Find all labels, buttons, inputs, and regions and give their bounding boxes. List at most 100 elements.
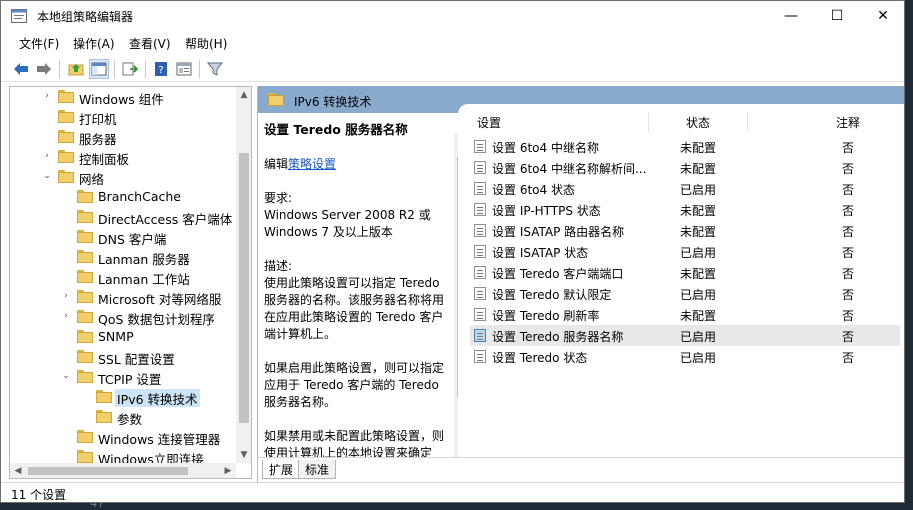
policy-setting-icon <box>474 287 486 300</box>
extended-view-button[interactable] <box>174 59 194 79</box>
tree-item[interactable]: Lanman 服务器 <box>10 247 238 267</box>
tree-item[interactable]: BranchCache <box>10 187 238 207</box>
tree-item[interactable]: SSL 配置设置 <box>10 347 238 367</box>
tree-item[interactable]: ⌄ TCPIP 设置 <box>10 367 238 387</box>
collapsed-chevron-icon[interactable]: › <box>61 311 71 321</box>
tree-horizontal-scrollbar[interactable]: ◀ ▶ <box>10 463 236 478</box>
setting-name: 设置 ISATAP 路由器名称 <box>492 225 625 239</box>
policy-setting-icon <box>474 224 486 237</box>
tab-standard[interactable]: 标准 <box>298 460 337 479</box>
tree-item[interactable]: Lanman 工作站 <box>10 267 238 287</box>
folder-icon <box>77 450 93 463</box>
tab-extended[interactable]: 扩展 <box>262 460 301 479</box>
maximize-button[interactable]: ☐ <box>814 1 860 31</box>
tree-item[interactable]: IPv6 转换技术 <box>10 387 238 407</box>
list-row[interactable]: 设置 Teredo 客户端端口 未配置 否 <box>470 262 900 283</box>
menu-help[interactable]: 帮助(H) <box>185 35 227 52</box>
setting-state: 已启用 <box>680 183 717 197</box>
tree-item[interactable]: ⌄ 网络 <box>10 167 238 187</box>
no-expander <box>61 191 71 201</box>
description-label: 描述: <box>264 259 293 273</box>
list-row[interactable]: 设置 6to4 状态 已启用 否 <box>470 178 900 199</box>
requirements-label: 要求: <box>264 191 293 205</box>
tree-item[interactable]: DirectAccess 客户端体 <box>10 207 238 227</box>
setting-state: 已启用 <box>680 246 717 260</box>
collapsed-chevron-icon[interactable]: › <box>61 291 71 301</box>
list-row[interactable]: 设置 6to4 中继名称解析间... 未配置 否 <box>470 157 900 178</box>
collapsed-chevron-icon[interactable]: › <box>42 151 52 161</box>
tree-item[interactable]: 参数 <box>10 407 238 427</box>
folder-icon <box>77 430 93 443</box>
column-header-state[interactable]: 状态 <box>686 114 710 131</box>
folder-icon <box>58 150 74 163</box>
minimize-button[interactable]: — <box>768 1 814 31</box>
tree-vertical-scrollbar[interactable]: ▲ ▼ <box>236 87 251 463</box>
no-expander <box>61 271 71 281</box>
show-hide-tree-button[interactable] <box>89 59 109 79</box>
list-row[interactable]: 设置 Teredo 状态 已启用 否 <box>470 346 900 367</box>
help-button[interactable]: ? <box>151 59 171 79</box>
tree-hscroll-thumb[interactable] <box>28 467 188 475</box>
tree-item[interactable]: › QoS 数据包计划程序 <box>10 307 238 327</box>
window-title: 本地组策略编辑器 <box>37 10 134 24</box>
requirements: 要求: Windows Server 2008 R2 或 Windows 7 及以… <box>264 190 454 241</box>
scroll-up-arrow-icon[interactable]: ▲ <box>236 87 251 103</box>
setting-state: 未配置 <box>680 225 717 239</box>
column-header-comment[interactable]: 注释 <box>836 114 860 131</box>
scroll-right-arrow-icon[interactable]: ▶ <box>220 463 236 478</box>
tree-item[interactable]: 服务器 <box>10 127 238 147</box>
up-folder-button[interactable] <box>66 59 86 79</box>
title-bar[interactable]: 本地组策略编辑器 — ☐ ✕ <box>1 1 904 31</box>
menu-action[interactable]: 操作(A) <box>73 35 115 52</box>
svg-text:?: ? <box>158 65 163 76</box>
folder-icon <box>58 90 74 103</box>
menu-view[interactable]: 查看(V) <box>129 35 171 52</box>
list-row[interactable]: 设置 Teredo 刷新率 未配置 否 <box>470 304 900 325</box>
policy-editor-icon <box>11 9 27 23</box>
tree-item[interactable]: SNMP <box>10 327 238 347</box>
scroll-down-arrow-icon[interactable]: ▼ <box>236 447 251 463</box>
tree-item-label: IPv6 转换技术 <box>115 389 200 407</box>
tree-pane: › Windows 组件 打印机 服务器 › 控制面板 ⌄ 网络 BranchCache Dire… <box>9 86 252 479</box>
column-header-setting[interactable]: 设置 <box>477 114 501 131</box>
folder-icon <box>77 270 93 283</box>
tree-item[interactable]: › Microsoft 对等网络服 <box>10 287 238 307</box>
no-expander <box>80 411 90 421</box>
tree-scroll-thumb[interactable] <box>239 153 249 423</box>
folder-icon <box>77 350 93 363</box>
tree-item[interactable]: 打印机 <box>10 107 238 127</box>
setting-comment: 否 <box>842 288 855 302</box>
folder-icon <box>58 130 74 143</box>
collapsed-chevron-icon[interactable]: › <box>42 91 52 101</box>
forward-button[interactable] <box>34 59 54 79</box>
list-row[interactable]: 设置 6to4 中继名称 未配置 否 <box>470 136 900 157</box>
tree-item[interactable]: Windows 连接管理器 <box>10 427 238 447</box>
menu-bar: 文件(F) 操作(A) 查看(V) 帮助(H) <box>1 32 904 54</box>
tree-item-label: QoS 数据包计划程序 <box>98 312 215 327</box>
setting-name: 设置 Teredo 客户端端口 <box>492 267 624 281</box>
policy-setting-icon <box>474 161 486 174</box>
expanded-chevron-icon[interactable]: ⌄ <box>61 371 71 381</box>
list-row[interactable]: 设置 ISATAP 状态 已启用 否 <box>470 241 900 262</box>
list-row[interactable]: 设置 Teredo 默认限定 已启用 否 <box>470 283 900 304</box>
description-block: 描述: 使用此策略设置可以指定 Teredo 服务器的名称。该服务器名称将用在应用… <box>264 258 454 343</box>
list-row[interactable]: 设置 IP-HTTPS 状态 未配置 否 <box>470 199 900 220</box>
menu-file[interactable]: 文件(F) <box>19 35 59 52</box>
scroll-left-arrow-icon[interactable]: ◀ <box>10 463 26 478</box>
tree-item[interactable]: › 控制面板 <box>10 147 238 167</box>
filter-button[interactable] <box>205 59 225 79</box>
list-row[interactable]: 设置 ISATAP 路由器名称 未配置 否 <box>470 220 900 241</box>
edit-policy-link[interactable]: 策略设置 <box>288 157 336 171</box>
expanded-chevron-icon[interactable]: ⌄ <box>42 171 52 181</box>
description-text: 使用此策略设置可以指定 Teredo 服务器的名称。该服务器名称将用在应用此策略… <box>264 276 445 341</box>
no-expander <box>42 111 52 121</box>
tree-item[interactable]: DNS 客户端 <box>10 227 238 247</box>
tree-item[interactable]: › Windows 组件 <box>10 87 238 107</box>
export-list-button[interactable] <box>120 59 140 79</box>
setting-comment: 否 <box>842 204 855 218</box>
setting-name: 设置 Teredo 默认限定 <box>492 288 612 302</box>
back-button[interactable] <box>11 59 31 79</box>
close-button[interactable]: ✕ <box>860 1 904 31</box>
details-pane: IPv6 转换技术 设置 Teredo 服务器名称 编辑策略设置 要求: Wind… <box>257 86 904 482</box>
list-row[interactable]: 设置 Teredo 服务器名称 已启用 否 <box>470 325 900 346</box>
